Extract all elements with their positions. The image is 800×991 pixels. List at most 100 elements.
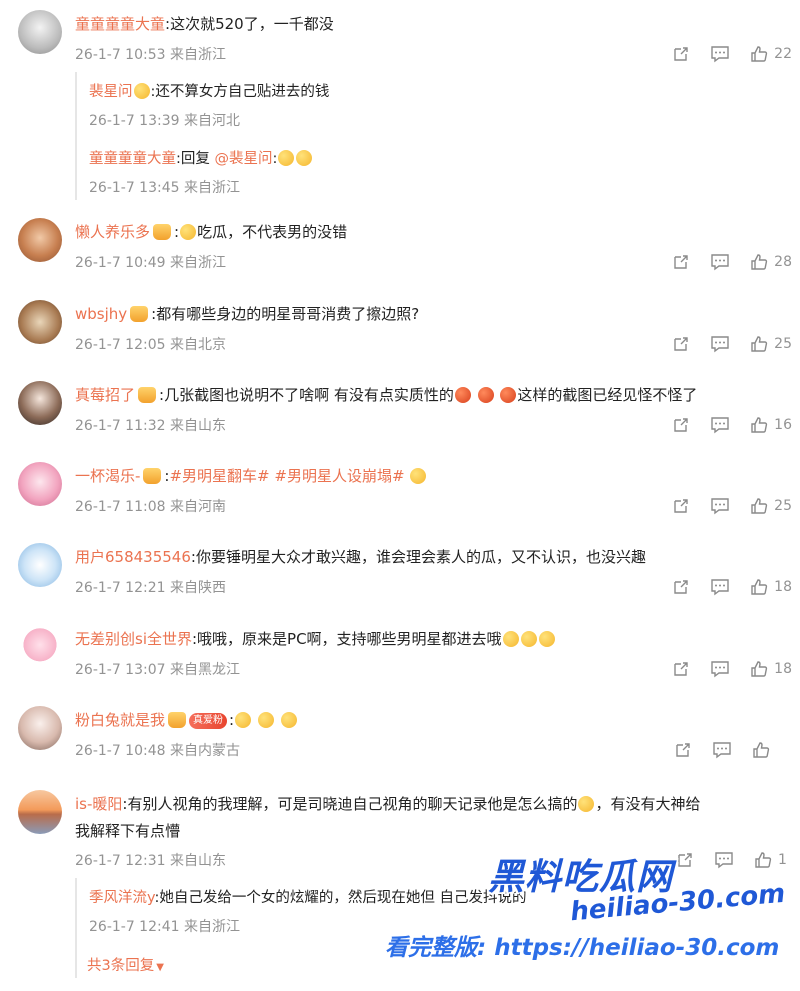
comment-icon	[715, 852, 733, 869]
share-button[interactable]	[674, 741, 692, 759]
username[interactable]: 童童童童大童	[75, 15, 165, 33]
comment-button[interactable]	[714, 851, 734, 869]
reply-prefix: :回复	[176, 151, 210, 167]
like-button[interactable]: 18	[750, 660, 792, 678]
like-button[interactable]: 28	[750, 253, 792, 271]
comment-text-2: 这样的截图已经见怪不怪了	[517, 386, 698, 404]
comment-actions: 1	[656, 850, 792, 870]
comment-button[interactable]	[710, 253, 730, 271]
share-button[interactable]	[672, 45, 690, 63]
comment-button[interactable]	[710, 416, 730, 434]
mention-link[interactable]: @裴星问	[215, 151, 273, 167]
avatar[interactable]	[18, 381, 62, 425]
comment-text: 吃瓜，不代表男的没错	[197, 223, 348, 241]
watermark-link-text: 看完整版: https://heiliao-30.com	[385, 935, 780, 961]
share-button[interactable]	[672, 578, 690, 596]
avatar[interactable]	[18, 790, 62, 834]
chevron-down-icon: ▼	[156, 962, 164, 973]
like-count: 18	[774, 661, 792, 677]
comment-text: :你要锤明星大众才敢兴趣，谁会理会素人的瓜，又不认识，也没兴趣	[190, 548, 646, 566]
username[interactable]: 一杯渴乐-	[75, 467, 140, 485]
like-button[interactable]: 25	[750, 335, 792, 353]
share-button[interactable]	[672, 497, 690, 515]
smirk-emoji-icon	[410, 468, 427, 484]
reply-text: :她自己发给一个女的炫耀的，然后现在她但	[154, 890, 435, 906]
like-icon	[753, 742, 770, 758]
share-button[interactable]	[672, 335, 690, 353]
hashtag-link[interactable]: #男明星翻车#	[169, 467, 269, 485]
like-count: 28	[774, 254, 792, 270]
like-icon	[751, 417, 768, 433]
comment-text: :	[229, 711, 235, 729]
shy-emoji-icon	[502, 631, 519, 647]
username[interactable]: 童童童童大童	[89, 151, 176, 167]
comment-button[interactable]	[710, 45, 730, 63]
laugh-emoji-icon	[235, 712, 252, 728]
avatar[interactable]	[18, 462, 62, 506]
username[interactable]: is-暖阳	[75, 795, 122, 813]
share-icon	[676, 743, 690, 757]
like-button[interactable]: 18	[750, 578, 792, 596]
avatar[interactable]	[18, 218, 62, 262]
reply-text: :	[272, 151, 278, 167]
username[interactable]: 粉白兔就是我	[75, 711, 165, 729]
username[interactable]: 懒人养乐多	[75, 223, 150, 241]
comment-button[interactable]	[710, 660, 730, 678]
comment-meta: 26-1-7 10:53 来自浙江	[75, 47, 226, 63]
avatar[interactable]	[18, 543, 62, 587]
like-button[interactable]: 22	[750, 45, 792, 63]
like-icon	[751, 336, 768, 352]
like-count: 25	[774, 498, 792, 514]
comment-actions	[654, 740, 790, 760]
comment-meta: 26-1-7 12:31 来自山东	[75, 853, 226, 869]
share-button[interactable]	[676, 851, 694, 869]
share-icon	[674, 255, 688, 269]
username[interactable]: 无差别创si全世界	[75, 630, 192, 648]
comment-meta: 26-1-7 10:48 来自内蒙古	[75, 743, 240, 759]
username[interactable]: 用户658435546	[75, 548, 191, 566]
like-button[interactable]	[752, 741, 790, 759]
more-replies-button[interactable]: 共3条回复 ▼	[87, 954, 164, 975]
cry-emoji-icon	[133, 83, 150, 99]
vip-badge-icon	[143, 468, 162, 484]
username[interactable]: 裴星问	[89, 84, 133, 100]
share-button[interactable]	[672, 253, 690, 271]
shy-emoji-icon	[538, 631, 555, 647]
melon-emoji-icon	[180, 224, 197, 240]
reply-text: :还不算女方自己贴进去的钱	[150, 84, 330, 100]
like-count: 16	[774, 417, 792, 433]
fan-badge: 真爱粉	[189, 713, 228, 729]
like-button[interactable]: 1	[754, 851, 792, 869]
laugh-emoji-icon	[280, 712, 297, 728]
comment-icon	[711, 417, 729, 434]
cry-emoji-icon	[278, 150, 295, 166]
cry-emoji-icon	[296, 150, 313, 166]
username[interactable]: wbsjhy	[75, 305, 127, 323]
like-count: 1	[778, 852, 787, 868]
like-count: 18	[774, 579, 792, 595]
comment-button[interactable]	[710, 578, 730, 596]
comment-button[interactable]	[710, 335, 730, 353]
vip-badge-icon	[130, 306, 149, 322]
like-count: 25	[774, 336, 792, 352]
avatar[interactable]	[18, 625, 62, 669]
comment-button[interactable]	[710, 497, 730, 515]
avatar[interactable]	[18, 10, 62, 54]
username[interactable]: 真莓招了	[75, 386, 135, 404]
username[interactable]: 季风洋流y	[89, 890, 155, 906]
comment-text-b: ，有没有大神给	[595, 795, 701, 813]
avatar[interactable]	[18, 706, 62, 750]
angry-emoji-icon	[500, 387, 517, 403]
comment-meta: 26-1-7 13:07 来自黑龙江	[75, 662, 240, 678]
like-button[interactable]: 16	[750, 416, 792, 434]
avatar[interactable]	[18, 300, 62, 344]
like-button[interactable]: 25	[750, 497, 792, 515]
hashtag-link[interactable]: #男明星人设崩塌#	[274, 467, 404, 485]
share-icon	[674, 47, 688, 61]
more-replies-label: 共3条回复	[87, 958, 155, 974]
comment-actions: 16	[652, 415, 792, 435]
share-button[interactable]	[672, 660, 690, 678]
comment-icon	[711, 254, 729, 271]
comment-button[interactable]	[712, 741, 732, 759]
share-button[interactable]	[672, 416, 690, 434]
